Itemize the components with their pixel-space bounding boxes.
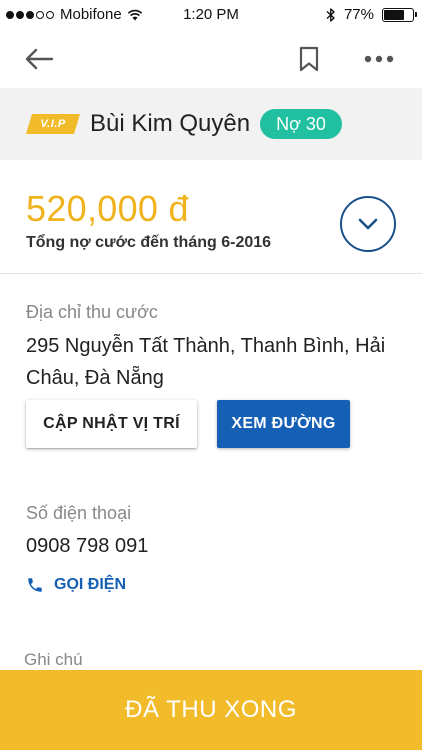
phone-label: Số điện thoại (26, 503, 132, 523)
expand-details-button[interactable] (340, 196, 396, 252)
call-label: GỌI ĐIỆN (54, 576, 127, 593)
bluetooth-icon (326, 7, 335, 22)
more-horizontal-icon (364, 55, 394, 63)
address-label: Địa chỉ thu cước (26, 302, 158, 322)
chevron-down-icon (358, 218, 378, 230)
screen: Mobifone 1:20 PM 77% V.I.P Bùi Kim Quyên… (0, 0, 422, 750)
vip-label: V.I.P (40, 118, 66, 130)
status-bar: Mobifone 1:20 PM 77% (0, 0, 422, 30)
debt-count-badge: Nợ 30 (260, 109, 342, 139)
battery-icon (382, 7, 417, 22)
bookmark-button[interactable] (288, 38, 330, 80)
customer-name: Bùi Kim Quyên (90, 110, 251, 137)
status-right: 77% (326, 6, 417, 23)
battery-percent: 77% (343, 6, 374, 23)
address-value: 295 Nguyễn Tất Thành, Thanh Bình, Hải Ch… (26, 335, 386, 389)
total-amount: 520,000 đ (26, 188, 189, 229)
phone-value: 0908 798 091 (26, 535, 149, 557)
amount-caption: Tổng nợ cước đến tháng 6-2016 (26, 234, 272, 251)
bookmark-icon (299, 46, 319, 72)
customer-header: V.I.P Bùi Kim Quyên Nợ 30 (0, 88, 422, 160)
arrow-left-icon (25, 48, 54, 70)
back-button[interactable] (18, 38, 60, 80)
collected-done-button[interactable]: ĐÃ THU XONG (0, 670, 422, 750)
update-location-button[interactable]: CẬP NHẬT VỊ TRÍ (26, 400, 197, 448)
top-nav (0, 30, 422, 88)
call-button[interactable]: GỌI ĐIỆN (26, 572, 126, 598)
note-label: Ghi chú (24, 650, 83, 669)
phone-icon (28, 578, 42, 592)
view-route-button[interactable]: XEM ĐƯỜNG (217, 400, 350, 448)
more-button[interactable] (358, 38, 400, 80)
vip-badge: V.I.P (26, 114, 80, 134)
address-actions: CẬP NHẬT VỊ TRÍ XEM ĐƯỜNG (26, 400, 350, 448)
amount-section: 520,000 đ Tổng nợ cước đến tháng 6-2016 (0, 160, 422, 274)
battery-fill (384, 9, 405, 20)
